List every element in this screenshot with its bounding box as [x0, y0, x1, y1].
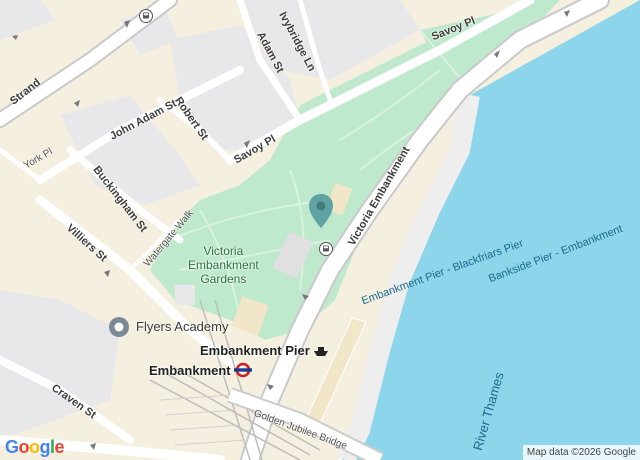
place-label-embankment-station[interactable]: Embankment [149, 363, 231, 378]
underground-roundel-icon[interactable] [234, 362, 252, 383]
map-canvas[interactable]: Strand John Adam St Robert St Adam St Iv… [0, 0, 640, 460]
google-logo: Google [5, 437, 65, 457]
bus-stop-icon[interactable] [139, 9, 153, 28]
park-label-line3: Gardens [200, 272, 247, 286]
bus-stop-icon[interactable] [319, 242, 333, 261]
place-label-flyers-academy[interactable]: Flyers Academy [136, 319, 228, 334]
location-pin-icon[interactable] [308, 193, 334, 234]
park-label: Victoria Embankment Gardens [188, 244, 259, 286]
park-label-line1: Victoria [203, 244, 244, 258]
map-attribution[interactable]: Map data ©2026 Google [522, 445, 640, 460]
park-label-line2: Embankment [188, 258, 259, 272]
ferry-icon[interactable] [313, 344, 329, 362]
place-marker-icon[interactable] [108, 316, 130, 343]
place-label-embankment-pier[interactable]: Embankment Pier [200, 343, 310, 358]
